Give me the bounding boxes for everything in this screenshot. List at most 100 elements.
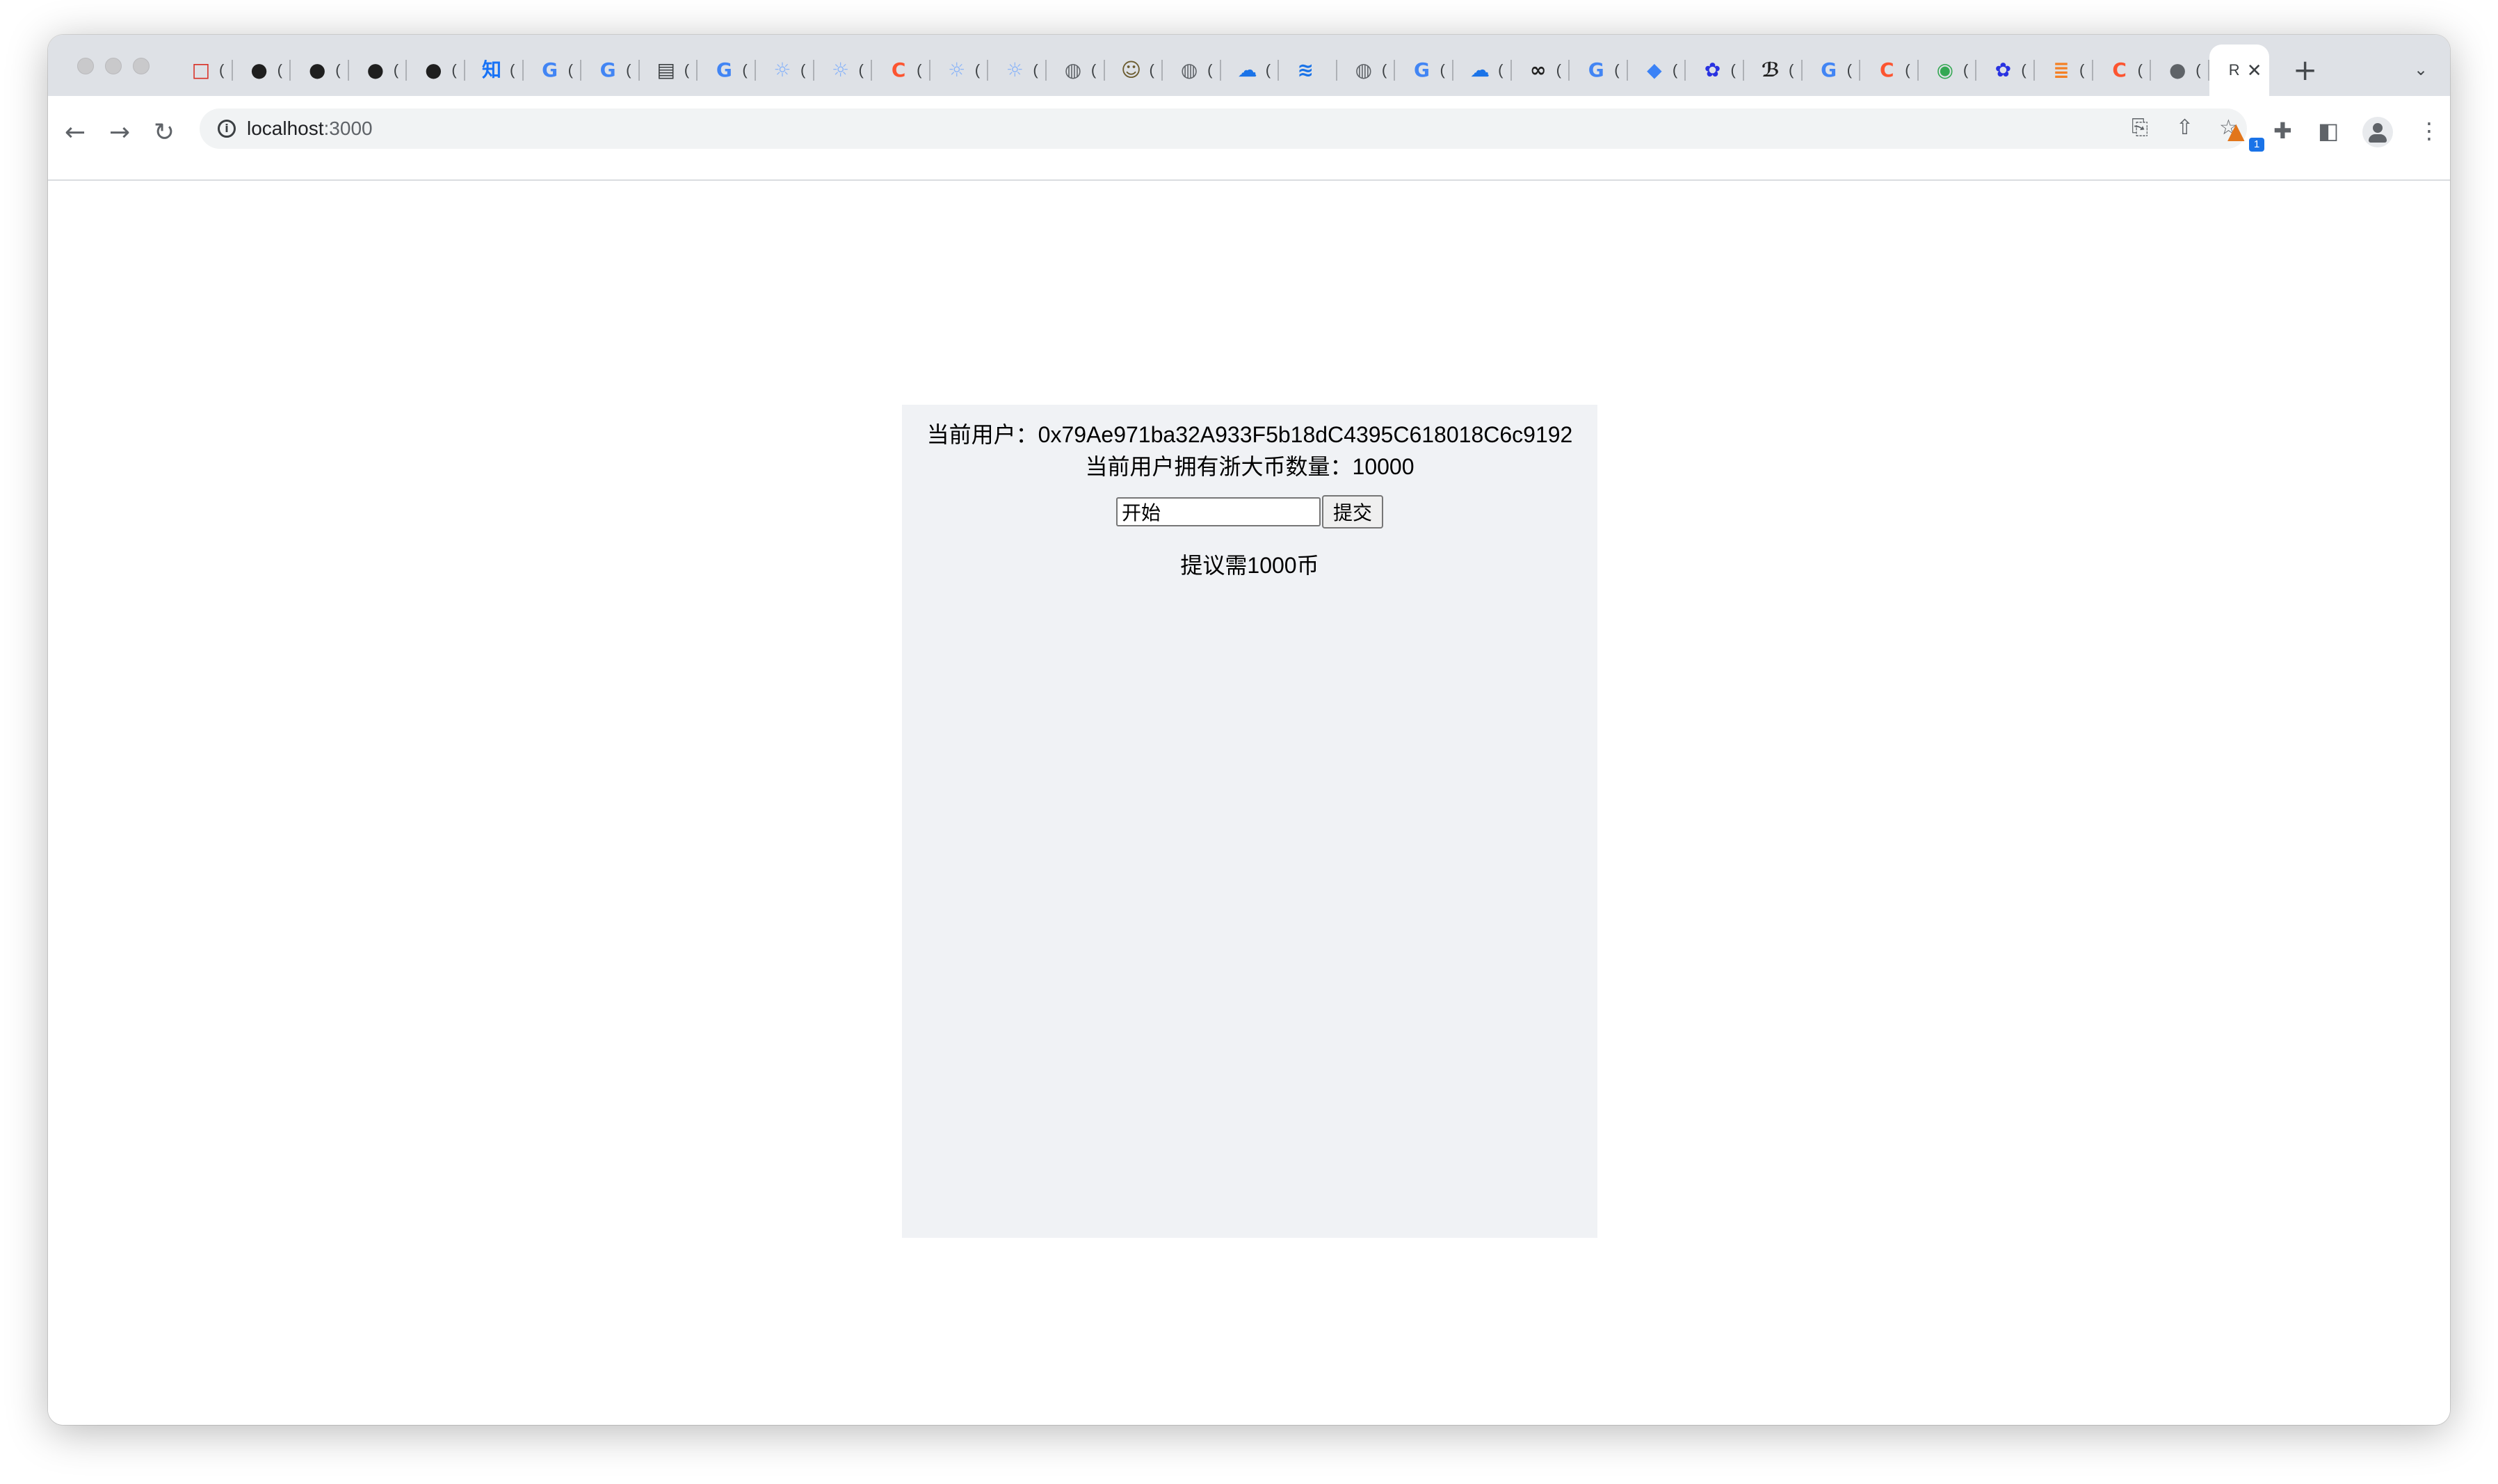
google-icon: G [716, 58, 732, 81]
zoom-window-button[interactable] [133, 58, 150, 74]
browser-tab[interactable]: ●( [349, 45, 408, 96]
browser-tab[interactable]: ✿( [1686, 45, 1744, 96]
browser-tab[interactable]: C( [1860, 45, 1919, 96]
close-window-button[interactable] [77, 58, 94, 74]
tab-title: ( [1672, 61, 1678, 79]
browser-tab[interactable]: 知( [465, 45, 524, 96]
browser-tab[interactable]: ☼( [930, 45, 989, 96]
proposal-form: 提交 [902, 495, 1597, 529]
browser-tab[interactable]: ◉( [1919, 45, 1977, 96]
feather-icon: ℬ [1762, 58, 1780, 81]
browser-window: □(●(●(●(●(知(G(G(▤(G(☼(☼(C(☼(☼(◍(☺(◍(☁(≋ ◍… [48, 35, 2450, 1425]
browser-tab[interactable]: ∞( [1512, 45, 1570, 96]
tab-title: ( [1265, 61, 1271, 79]
google-icon: G [542, 58, 558, 81]
tab-title: ( [1033, 61, 1038, 79]
extensions-puzzle-icon[interactable]: ✚ [2273, 120, 2292, 142]
menu-kebab-icon[interactable]: ⋮ [2418, 120, 2440, 142]
current-user-address: 0x79Ae971ba32A933F5b18dC4395C618018C6c91… [1038, 422, 1573, 447]
globe-icon: ◍ [1180, 58, 1198, 81]
browser-toolbar: ← → ↻ i localhost:3000 ⎘ ⇧ ☆ ▲ 1 ✚ ◧ ⋮ [48, 96, 2450, 181]
tab-search-chevron-icon[interactable]: ⌄ [2414, 61, 2429, 78]
site-info-icon[interactable]: i [218, 120, 236, 138]
profile-avatar-icon[interactable] [2362, 117, 2393, 147]
side-panel-icon[interactable]: ◧ [2318, 120, 2339, 142]
browser-tab[interactable]: ≣( [2035, 45, 2093, 96]
baidu-icon: ✿ [1704, 58, 1721, 81]
zhihu-icon: 知 [481, 58, 501, 81]
tab-list: □(●(●(●(●(知(G(G(▤(G(☼(☼(C(☼(☼(◍(☺(◍(☁(≋ ◍… [175, 45, 2269, 96]
active-tab[interactable]: R ✕ [2209, 45, 2269, 96]
browser-tab[interactable]: G( [698, 45, 756, 96]
minimize-window-button[interactable] [105, 58, 122, 74]
tab-title: ( [277, 61, 282, 79]
browser-tab[interactable]: ✿( [1976, 45, 2035, 96]
browser-tab[interactable]: ▤( [640, 45, 698, 96]
tab-title: ( [800, 61, 806, 79]
github-icon: ● [366, 58, 384, 81]
browser-tab[interactable]: ●( [233, 45, 291, 96]
browser-tab[interactable]: ◆( [1628, 45, 1686, 96]
address-url[interactable]: localhost:3000 [247, 118, 373, 140]
browser-tab[interactable]: □( [175, 45, 233, 96]
bulb-icon: ☼ [948, 58, 966, 81]
browser-tab[interactable]: ℬ( [1744, 45, 1803, 96]
browser-tab[interactable]: C( [2093, 45, 2152, 96]
reload-icon[interactable]: ↻ [154, 120, 175, 145]
red-square-icon: □ [191, 58, 211, 81]
metamask-fox-icon[interactable]: ▲ [2227, 120, 2245, 142]
browser-tab[interactable]: ☺( [1105, 45, 1163, 96]
google-icon: G [1588, 58, 1604, 81]
browser-tab[interactable]: ☼( [988, 45, 1047, 96]
browser-tab[interactable]: ◍( [1163, 45, 1221, 96]
tab-title: ( [1730, 61, 1736, 79]
google-icon: G [599, 58, 616, 81]
browser-tab[interactable]: ◍( [1337, 45, 1396, 96]
baidu-icon: ✿ [1995, 58, 2012, 81]
proposal-input[interactable] [1115, 497, 1321, 526]
new-tab-button[interactable]: + [2293, 56, 2317, 85]
browser-tab[interactable]: C( [872, 45, 930, 96]
browser-tab[interactable]: G( [581, 45, 640, 96]
metamask-badge: 1 [2249, 138, 2264, 152]
bulb-icon: ☼ [773, 58, 791, 81]
close-tab-icon[interactable]: ✕ [2247, 61, 2262, 79]
browser-tab[interactable]: ◍( [1047, 45, 1105, 96]
browser-tab[interactable]: ☼( [756, 45, 814, 96]
co-icon: ∞ [1529, 58, 1547, 81]
browser-tab[interactable]: ●( [407, 45, 465, 96]
bulb-icon: ☼ [831, 58, 850, 81]
back-arrow-icon[interactable]: ← [65, 120, 86, 145]
browser-tab[interactable]: ☼( [814, 45, 873, 96]
globe-icon: ◍ [1355, 58, 1373, 81]
current-user-label: 当前用户： [926, 422, 1038, 447]
browser-tab[interactable]: G( [1570, 45, 1628, 96]
page-viewport: 当前用户：0x79Ae971ba32A933F5b18dC4395C618018… [48, 181, 2450, 1425]
browser-tab[interactable]: G( [524, 45, 582, 96]
browser-tab[interactable]: ☁( [1453, 45, 1512, 96]
browser-tab[interactable]: ●( [2151, 45, 2209, 96]
browser-tab[interactable]: G( [1803, 45, 1861, 96]
browser-tab[interactable]: ≋ [1279, 45, 1337, 96]
address-bar[interactable]: i localhost:3000 ⎘ ⇧ ☆ [200, 108, 2247, 149]
balance-label: 当前用户拥有浙大币数量： [1085, 454, 1353, 479]
browser-tab[interactable]: ●( [291, 45, 349, 96]
tab-strip: □(●(●(●(●(知(G(G(▤(G(☼(☼(C(☼(☼(◍(☺(◍(☁(≋ ◍… [48, 35, 2450, 96]
submit-button[interactable]: 提交 [1321, 495, 1383, 529]
apple-icon: ● [2168, 58, 2186, 81]
tab-title: ( [1207, 61, 1213, 79]
tab-title: ( [335, 61, 341, 79]
github-icon: ● [425, 58, 442, 81]
tab-title: ( [1614, 61, 1620, 79]
tab-title: ( [451, 61, 457, 79]
github-icon: ● [250, 58, 268, 81]
share-icon[interactable]: ⇧ [2176, 118, 2193, 138]
forward-arrow-icon[interactable]: → [109, 120, 130, 145]
tab-title: ( [2137, 61, 2143, 79]
tab-title: ( [1789, 61, 1794, 79]
cloud-icon: ☁ [1237, 58, 1257, 81]
translate-icon[interactable]: ⎘ [2132, 118, 2148, 138]
tab-title: ( [567, 61, 573, 79]
browser-tab[interactable]: ☁( [1221, 45, 1280, 96]
browser-tab[interactable]: G( [1395, 45, 1453, 96]
